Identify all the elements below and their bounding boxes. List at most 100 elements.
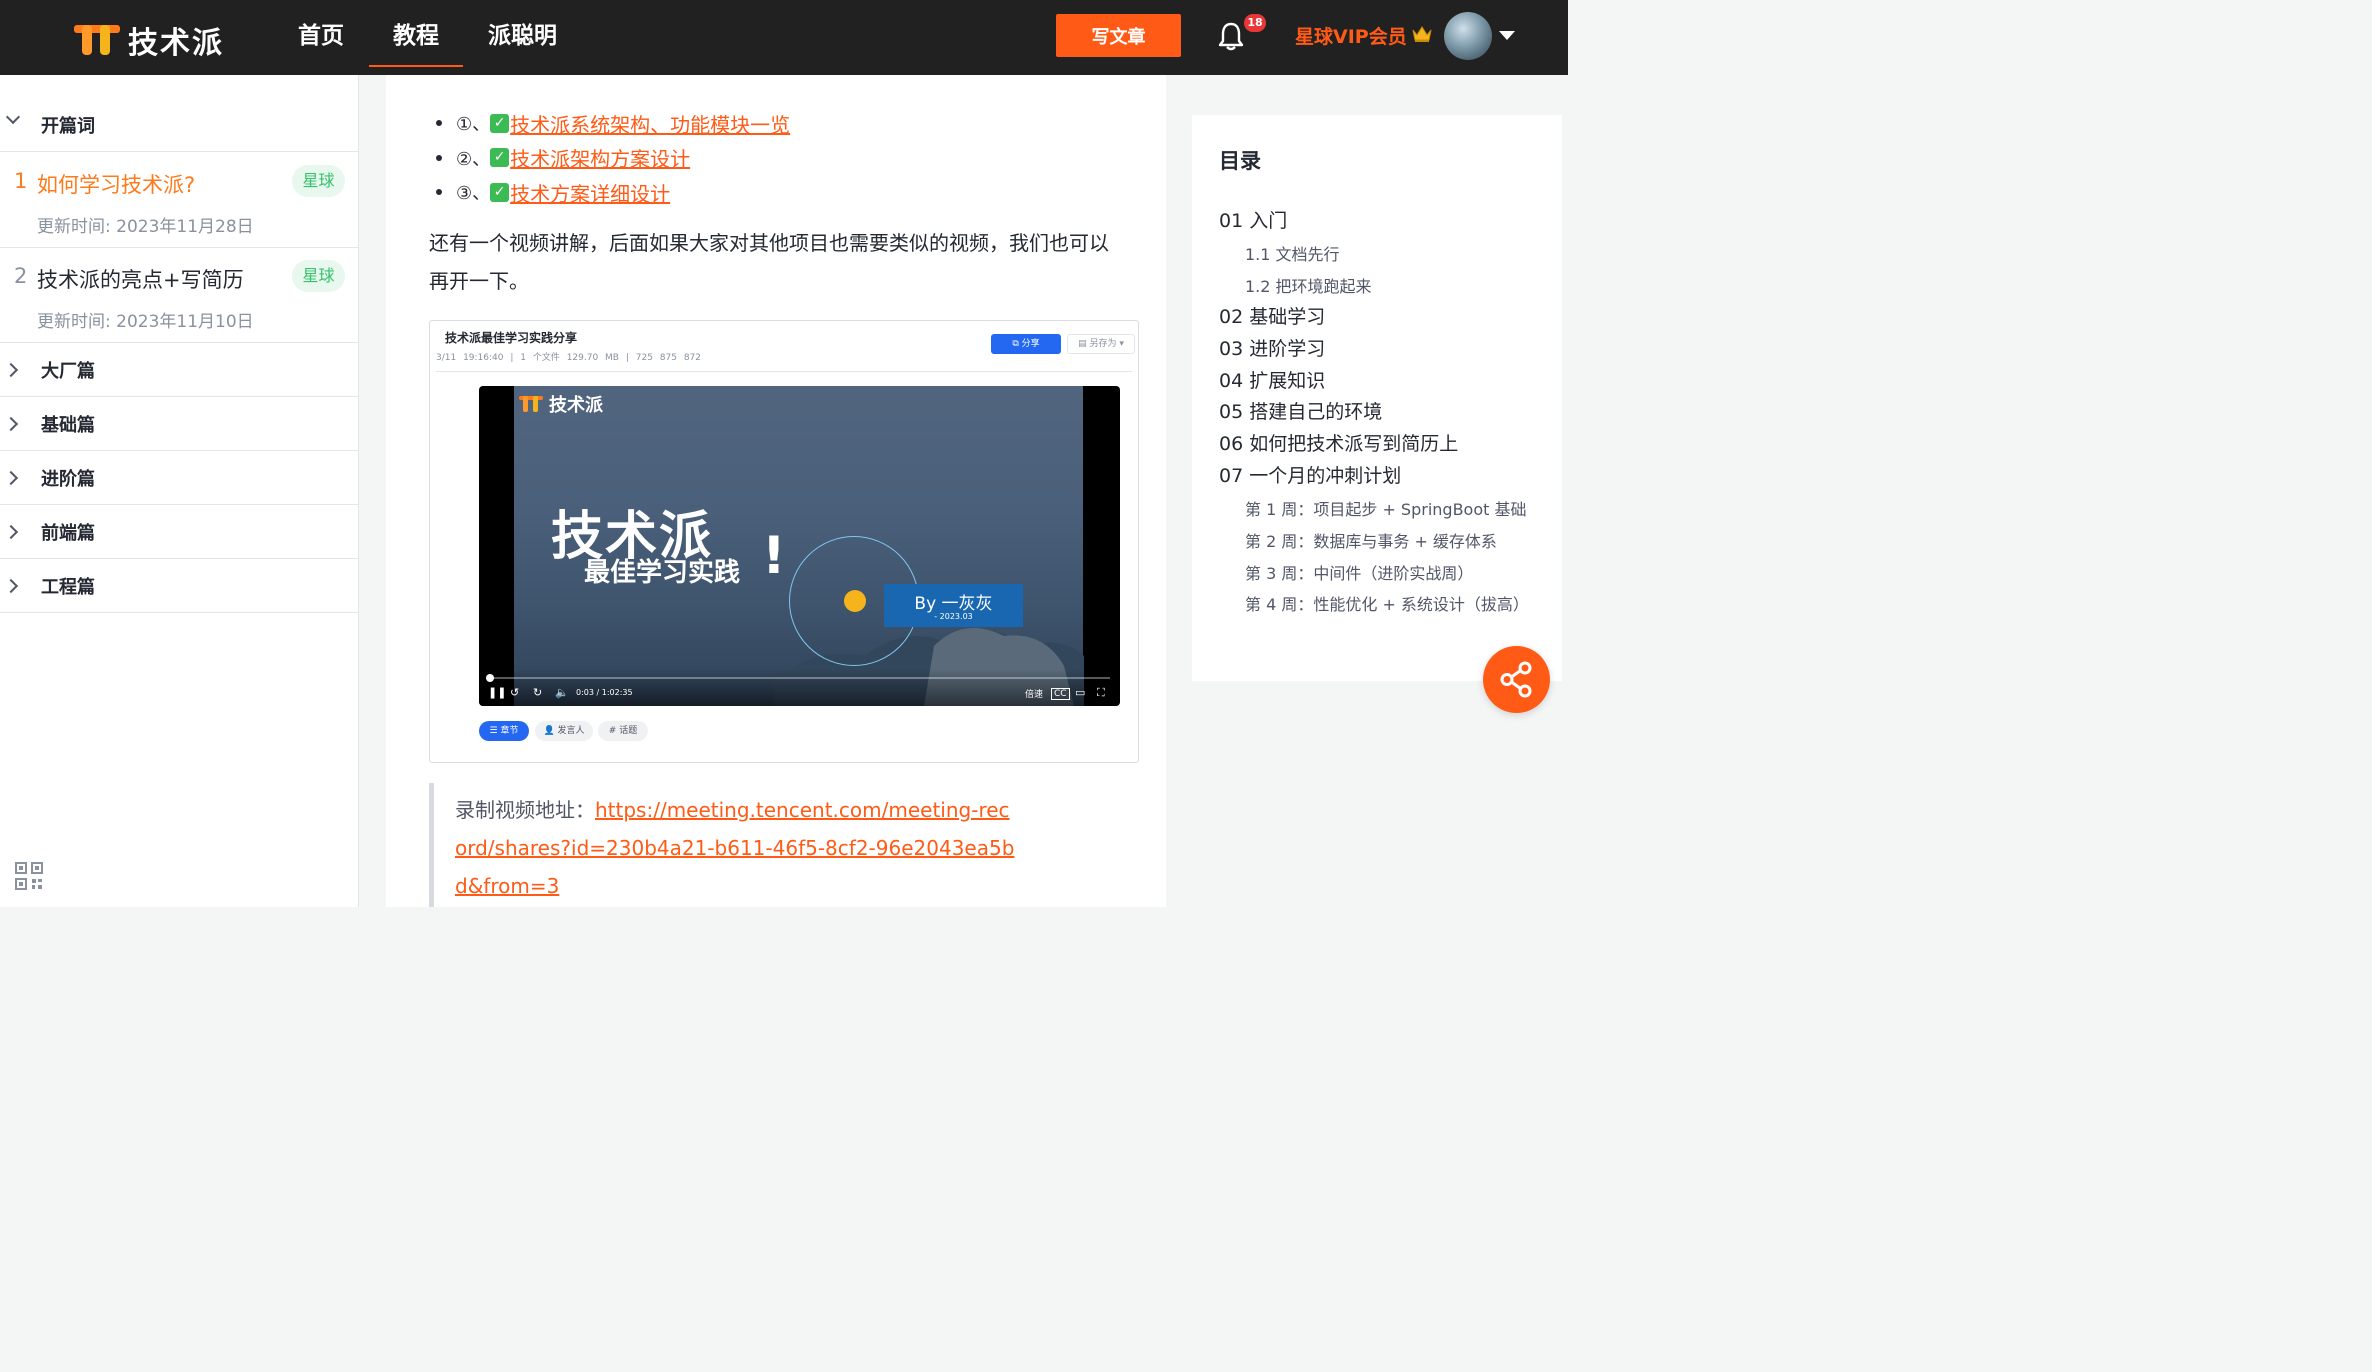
author-name: By 一灰灰 bbox=[914, 594, 993, 614]
quote-label: 录制视频地址： bbox=[455, 798, 595, 822]
video-exclamation: ! bbox=[762, 526, 786, 586]
article-link[interactable]: 技术派架构方案设计 bbox=[510, 143, 690, 172]
list-item: ①、 ✓ 技术派系统架构、功能模块一览 bbox=[436, 106, 790, 141]
toc-item[interactable]: 04 扩展知识 bbox=[1219, 366, 1325, 393]
list-prefix: ③、 bbox=[456, 183, 491, 205]
toc-item[interactable]: 02 基础学习 bbox=[1219, 302, 1325, 329]
nav-home[interactable]: 首页 bbox=[298, 0, 344, 75]
nav-tutorial[interactable]: 教程 bbox=[369, 0, 463, 75]
forward-icon: ↻ bbox=[533, 686, 543, 699]
check-icon: ✓ bbox=[490, 148, 510, 168]
lesson-title: 技术派的亮点+写简历 bbox=[37, 268, 244, 292]
toc-item[interactable]: 第 4 周：性能优化 + 系统设计（拔高） bbox=[1245, 591, 1530, 615]
chevron-right-icon bbox=[3, 578, 19, 594]
toc-item[interactable]: 1.2 把环境跑起来 bbox=[1245, 273, 1530, 297]
progress-handle bbox=[485, 674, 494, 682]
lesson-number: 1 bbox=[14, 169, 28, 193]
user-avatar[interactable] bbox=[1444, 12, 1492, 60]
fullscreen-icon: ⛶ bbox=[1097, 686, 1105, 699]
toc-item[interactable]: 第 1 周：项目起步 + SpringBoot 基础 bbox=[1245, 496, 1530, 520]
article-link[interactable]: 技术方案详细设计 bbox=[510, 178, 670, 207]
bullet-icon bbox=[436, 189, 442, 196]
share-icon bbox=[1500, 661, 1532, 698]
qrcode-icon[interactable] bbox=[15, 862, 43, 890]
toc-item[interactable]: 第 2 周：数据库与事务 + 缓存体系 bbox=[1245, 528, 1530, 552]
video-frame: 技术派 技术派 最佳学习实践 ! By 一灰灰 - 2023.03 bbox=[514, 386, 1084, 706]
video-logo-text: 技术派 bbox=[549, 395, 603, 416]
article-content: ①、 ✓ 技术派系统架构、功能模块一览 ②、 ✓ 技术派架构方案设计 ③、 ✓ … bbox=[386, 75, 1166, 907]
pause-icon: ❚❚ bbox=[488, 686, 507, 699]
check-icon: ✓ bbox=[490, 113, 510, 133]
section-opening[interactable]: 开篇词 bbox=[0, 98, 358, 152]
video-time: 0:03 / 1:02:35 bbox=[576, 688, 633, 697]
save-as-button: ▤ 另存为 ▾ bbox=[1067, 334, 1135, 354]
toc-item[interactable]: 06 如何把技术派写到简历上 bbox=[1219, 429, 1458, 456]
screenshot-title: 技术派最佳学习实践分享 bbox=[445, 331, 578, 345]
vip-label[interactable]: 星球VIP会员 bbox=[1295, 22, 1407, 49]
planet-tag: 星球 bbox=[292, 260, 345, 292]
toc-item[interactable]: 07 一个月的冲刺计划 bbox=[1219, 461, 1401, 488]
pill-topics: # 话题 bbox=[598, 721, 648, 741]
section-label: 工程篇 bbox=[41, 577, 95, 598]
chevron-right-icon bbox=[3, 362, 19, 378]
list-prefix: ①、 bbox=[456, 114, 491, 136]
speed-label: 倍速 bbox=[1025, 690, 1044, 700]
toc-title: 目录 bbox=[1219, 149, 1261, 173]
list-item: ③、 ✓ 技术方案详细设计 bbox=[436, 175, 790, 210]
sun-dot bbox=[844, 590, 866, 612]
link-list: ①、 ✓ 技术派系统架构、功能模块一览 ②、 ✓ 技术派架构方案设计 ③、 ✓ … bbox=[436, 106, 790, 210]
chevron-down-icon[interactable] bbox=[1499, 31, 1515, 40]
toc-item[interactable]: 05 搭建自己的环境 bbox=[1219, 397, 1382, 424]
section-basic[interactable]: 基础篇 bbox=[0, 397, 358, 451]
write-article-button[interactable]: 写文章 bbox=[1056, 14, 1181, 57]
toc-item[interactable]: 1.1 文档先行 bbox=[1245, 241, 1530, 265]
author-card: By 一灰灰 - 2023.03 bbox=[884, 584, 1023, 627]
save-as-label: 另存为 bbox=[1089, 339, 1117, 349]
toc-item[interactable]: 03 进阶学习 bbox=[1219, 334, 1325, 361]
section-frontend[interactable]: 前端篇 bbox=[0, 505, 358, 559]
quote-text: 录制视频地址：https://meeting.tencent.com/meeti… bbox=[455, 791, 1015, 905]
bell-icon[interactable] bbox=[1217, 21, 1245, 51]
toc-item[interactable]: 第 3 周：中间件（进阶实战周） bbox=[1245, 560, 1530, 584]
pill-label: 话题 bbox=[619, 726, 638, 736]
section-label: 大厂篇 bbox=[41, 361, 95, 382]
article-link[interactable]: 技术派系统架构、功能模块一览 bbox=[510, 109, 790, 138]
rewind-icon: ↺ bbox=[510, 686, 520, 699]
chevron-down-icon bbox=[5, 109, 21, 125]
pill-chapters: ☰ 章节 bbox=[479, 721, 529, 741]
logo-mark-icon bbox=[74, 25, 120, 55]
lesson-item-1[interactable]: 1 如何学习技术派? 星球 更新时间: 2023年11月28日 bbox=[0, 153, 358, 248]
pip-icon: ▭ bbox=[1075, 686, 1086, 699]
section-label: 进阶篇 bbox=[41, 469, 95, 490]
toc-item[interactable]: 01 入门 bbox=[1219, 206, 1287, 233]
lesson-update-time: 更新时间: 2023年11月10日 bbox=[37, 312, 254, 332]
share-label: 分享 bbox=[1021, 339, 1040, 349]
table-of-contents: 目录 01 入门 1.1 文档先行 1.2 把环境跑起来 02 基础学习 03 … bbox=[1192, 115, 1562, 681]
list-item: ②、 ✓ 技术派架构方案设计 bbox=[436, 141, 790, 176]
bullet-icon bbox=[436, 154, 442, 161]
caption-icon: CC bbox=[1051, 688, 1070, 700]
section-engineering[interactable]: 工程篇 bbox=[0, 559, 358, 613]
planet-tag: 星球 bbox=[292, 165, 345, 197]
bullet-icon bbox=[436, 120, 442, 127]
video-subheadline: 最佳学习实践 bbox=[584, 558, 741, 588]
logo-text: 技术派 bbox=[128, 26, 224, 61]
lesson-item-2[interactable]: 2 技术派的亮点+写简历 星球 更新时间: 2023年11月10日 bbox=[0, 248, 358, 343]
list-prefix: ②、 bbox=[456, 148, 491, 170]
nav-paicongming[interactable]: 派聪明 bbox=[488, 0, 557, 75]
pill-label: 章节 bbox=[500, 726, 519, 736]
share-button: ⧉ 分享 bbox=[991, 334, 1061, 354]
section-bigtech[interactable]: 大厂篇 bbox=[0, 343, 358, 397]
video-player: 技术派 技术派 最佳学习实践 ! By 一灰灰 - 2023.03 ❚❚ ↺ ↻… bbox=[479, 386, 1120, 706]
section-advanced[interactable]: 进阶篇 bbox=[0, 451, 358, 505]
crown-icon bbox=[1412, 26, 1432, 42]
logo-mark-icon bbox=[519, 396, 543, 412]
screenshot-meta: 3/11 19:16:40 | 1 个文件 129.70 MB | 725 87… bbox=[436, 353, 701, 363]
video-logo: 技术派 bbox=[519, 391, 603, 417]
share-float-button[interactable] bbox=[1483, 646, 1550, 713]
video-controls: ❚❚ ↺ ↻ 🔈 0:03 / 1:02:35 倍速 CC ▭ ⛶ bbox=[479, 669, 1120, 706]
site-logo[interactable]: 技术派 bbox=[74, 18, 224, 62]
chevron-right-icon bbox=[3, 524, 19, 540]
notification-badge: 18 bbox=[1244, 14, 1266, 32]
course-sidebar: 开篇词 1 如何学习技术派? 星球 更新时间: 2023年11月28日 2 技术… bbox=[0, 75, 359, 907]
